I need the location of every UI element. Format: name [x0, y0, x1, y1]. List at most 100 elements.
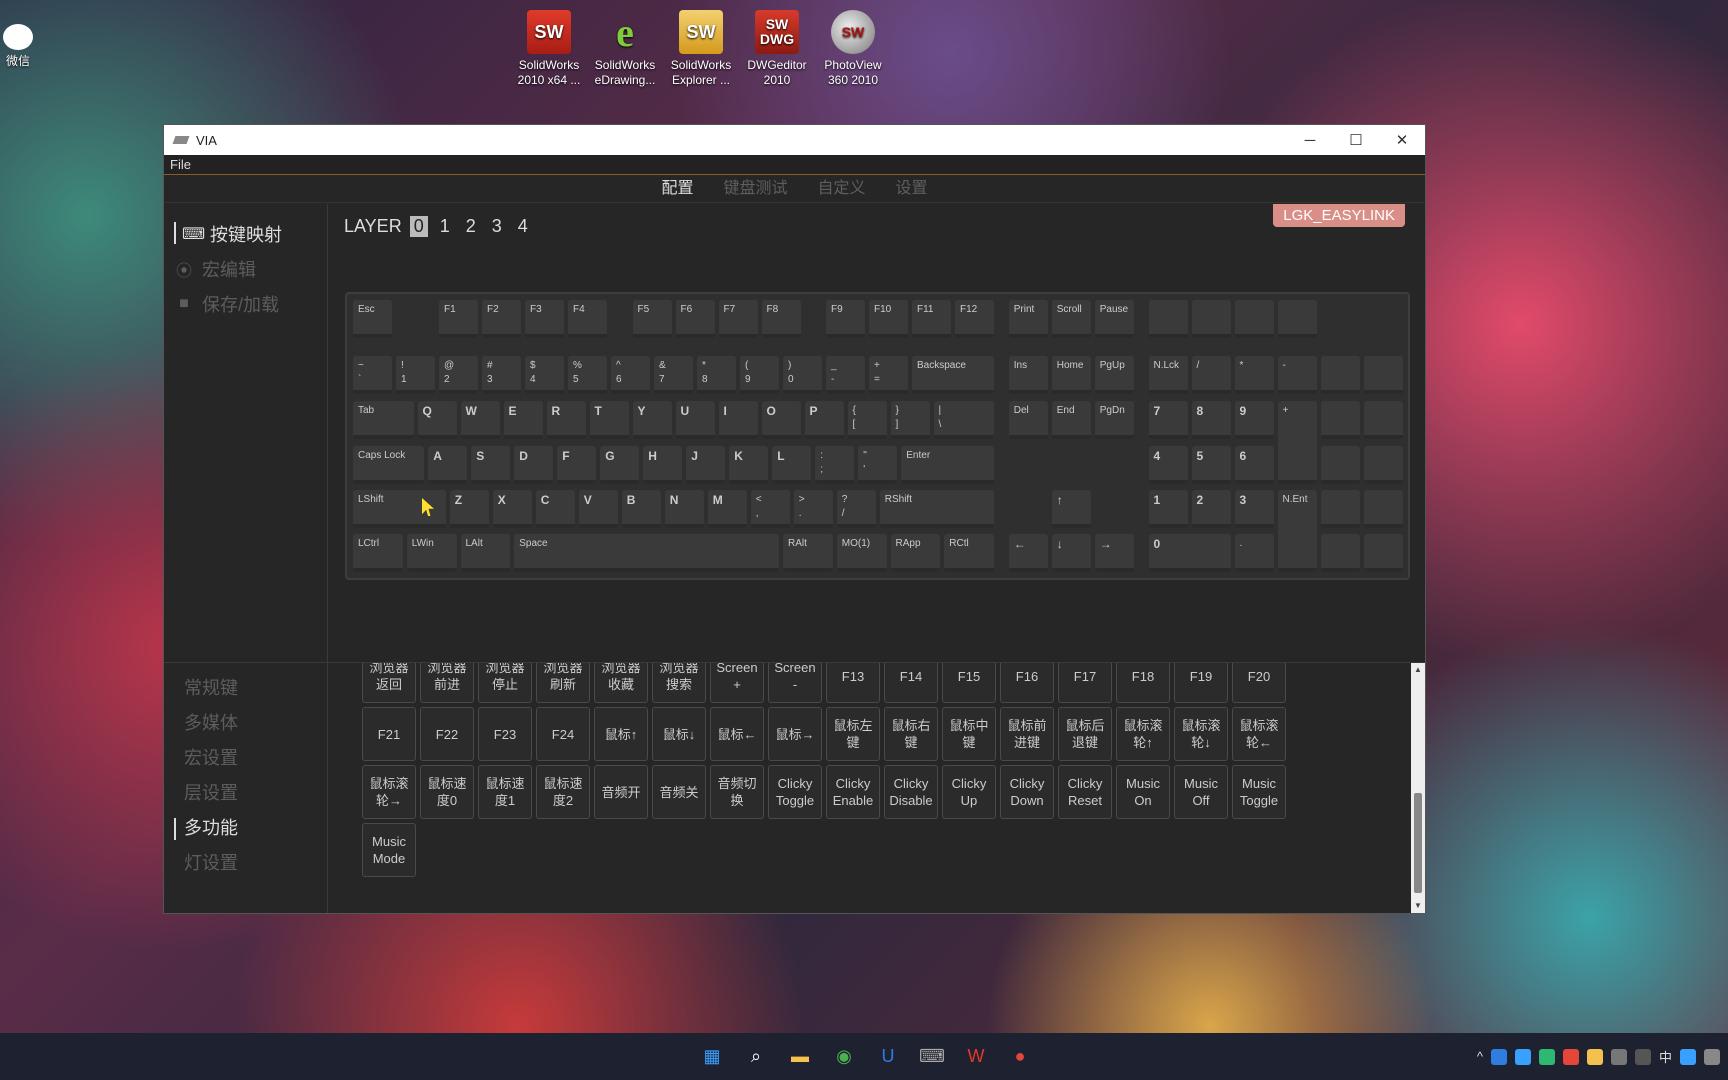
key-del[interactable]: Del	[1008, 401, 1048, 439]
tab-design[interactable]: 自定义	[818, 175, 866, 202]
key-f[interactable]: F	[557, 446, 597, 484]
keycode-button[interactable]: 鼠标滚 轮↑	[1116, 707, 1170, 761]
keycode-button[interactable]: Clicky Toggle	[768, 765, 822, 819]
keycode-button[interactable]: F21	[362, 707, 416, 761]
key-pgdn[interactable]: PgDn	[1094, 401, 1134, 439]
key-l[interactable]: L	[772, 446, 812, 484]
keycode-button[interactable]: 鼠标→	[768, 707, 822, 761]
tray-app-icon[interactable]	[1490, 1048, 1507, 1065]
keycode-button[interactable]: 浏览器 返回	[362, 663, 416, 703]
desktop-icon-wechat[interactable]: 微信	[0, 24, 56, 69]
key-n4[interactable]: 4	[1148, 446, 1188, 484]
keycode-button[interactable]: Clicky Up	[942, 765, 996, 819]
key-quote[interactable]: " '	[858, 446, 898, 484]
scrollbar-thumb[interactable]	[1414, 793, 1422, 893]
key-w[interactable]: W	[460, 401, 500, 439]
key-mo1[interactable]: MO(1)	[836, 534, 887, 572]
keycode-button[interactable]: F24	[536, 707, 590, 761]
key-n9[interactable]: 9	[1234, 401, 1274, 439]
key-scroll[interactable]: Scroll	[1051, 300, 1091, 338]
key-blank[interactable]	[1363, 534, 1403, 572]
keycode-button[interactable]: 鼠标滚 轮→	[362, 765, 416, 819]
desktop-icon-photoview[interactable]: SW PhotoView 360 2010	[815, 10, 891, 88]
keycode-button[interactable]: Clicky Enable	[826, 765, 880, 819]
key-k3[interactable]: # 3	[482, 356, 521, 394]
key-f5[interactable]: F5	[632, 300, 672, 338]
keycode-button[interactable]: 鼠标速 度0	[420, 765, 474, 819]
key-blank[interactable]	[1277, 300, 1317, 338]
keycode-button[interactable]: F18	[1116, 663, 1170, 703]
key-bslash[interactable]: | \	[933, 401, 994, 439]
key-lctrl[interactable]: LCtrl	[353, 534, 403, 572]
key-f9[interactable]: F9	[826, 300, 865, 338]
key-print[interactable]: Print	[1008, 300, 1048, 338]
key-semi[interactable]: : ;	[815, 446, 855, 484]
menu-file[interactable]: File	[170, 157, 191, 172]
key-pause[interactable]: Pause	[1094, 300, 1134, 338]
category-media[interactable]: 多媒体	[164, 706, 327, 741]
keycode-button[interactable]: Screen -	[768, 663, 822, 703]
key-space[interactable]: Space	[514, 534, 779, 572]
key-f10[interactable]: F10	[869, 300, 908, 338]
key-t[interactable]: T	[589, 401, 629, 439]
key-nent[interactable]: N.Ent	[1277, 490, 1317, 572]
key-j[interactable]: J	[686, 446, 726, 484]
key-n8[interactable]: 8	[1191, 401, 1231, 439]
key-tilde[interactable]: ~ `	[353, 356, 392, 394]
key-end[interactable]: End	[1051, 401, 1091, 439]
layer-1[interactable]: 1	[436, 216, 454, 237]
key-rctl[interactable]: RCtl	[944, 534, 994, 572]
key-f12[interactable]: F12	[955, 300, 994, 338]
keycode-button[interactable]: F16	[1000, 663, 1054, 703]
key-n2[interactable]: 2	[1191, 490, 1231, 528]
desktop-icon-sw-explorer[interactable]: SW SolidWorks Explorer ...	[663, 10, 739, 88]
key-ndot[interactable]: .	[1234, 534, 1274, 572]
keycode-button[interactable]: 鼠标右 键	[884, 707, 938, 761]
browser-icon[interactable]: ◉	[828, 1041, 860, 1073]
key-k5[interactable]: % 5	[568, 356, 607, 394]
key-f11[interactable]: F11	[912, 300, 951, 338]
keycode-button[interactable]: Clicky Down	[1000, 765, 1054, 819]
key-nplus[interactable]: +	[1277, 401, 1317, 484]
key-blank[interactable]	[1191, 300, 1231, 338]
key-k7[interactable]: & 7	[654, 356, 693, 394]
keycode-button[interactable]: Screen +	[710, 663, 764, 703]
key-u[interactable]: U	[675, 401, 715, 439]
key-f4[interactable]: F4	[568, 300, 607, 338]
keycode-button[interactable]: 浏览器 搜索	[652, 663, 706, 703]
keycode-button[interactable]: 鼠标中 键	[942, 707, 996, 761]
key-k4[interactable]: $ 4	[525, 356, 564, 394]
key-nstar[interactable]: *	[1234, 356, 1274, 394]
key-n[interactable]: N	[664, 490, 704, 528]
wps-icon[interactable]: W	[960, 1041, 992, 1073]
tray-keyboard-icon[interactable]	[1610, 1048, 1627, 1065]
minimize-button[interactable]: ─	[1287, 125, 1333, 155]
keycode-button[interactable]: F15	[942, 663, 996, 703]
tab-configure[interactable]: 配置	[661, 175, 693, 202]
search-icon[interactable]: ⌕	[740, 1041, 772, 1073]
key-rbr[interactable]: } ]	[890, 401, 930, 439]
key-backspace[interactable]: Backspace	[912, 356, 994, 394]
key-period[interactable]: > .	[793, 490, 833, 528]
key-k9[interactable]: ( 9	[740, 356, 779, 394]
key-f6[interactable]: F6	[675, 300, 715, 338]
key-n0[interactable]: 0	[1148, 534, 1231, 572]
key-ins[interactable]: Ins	[1008, 356, 1048, 394]
layer-2[interactable]: 2	[462, 216, 480, 237]
keycode-button[interactable]: F17	[1058, 663, 1112, 703]
file-explorer-icon[interactable]: ▬	[784, 1041, 816, 1073]
category-lighting[interactable]: 灯设置	[164, 846, 327, 881]
key-s[interactable]: S	[471, 446, 511, 484]
keycode-scrollbar[interactable]: ▲ ▼	[1411, 663, 1425, 913]
key-k6[interactable]: ^ 6	[611, 356, 650, 394]
key-nslash[interactable]: /	[1191, 356, 1231, 394]
keycode-button[interactable]: 浏览器 停止	[478, 663, 532, 703]
key-blank[interactable]	[1363, 446, 1403, 484]
key-lshift[interactable]: LShift	[353, 490, 446, 528]
key-blank[interactable]	[1320, 534, 1360, 572]
key-home[interactable]: Home	[1051, 356, 1091, 394]
key-caps[interactable]: Caps Lock	[353, 446, 425, 484]
tab-settings[interactable]: 设置	[896, 175, 928, 202]
ime-indicator[interactable]: 中	[1659, 1047, 1672, 1066]
keycode-button[interactable]: 浏览器 收藏	[594, 663, 648, 703]
